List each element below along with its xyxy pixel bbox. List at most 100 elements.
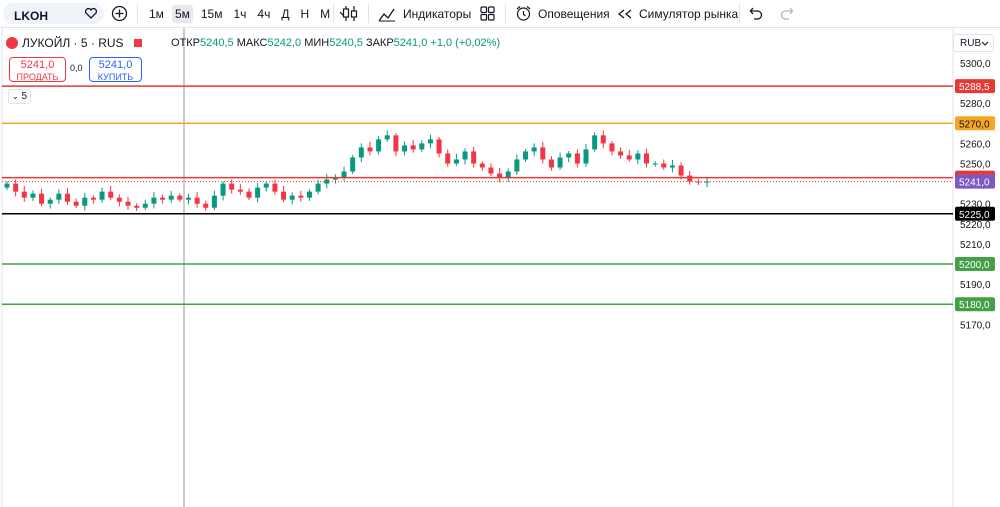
candle-body [557, 157, 563, 168]
candle-body [90, 197, 96, 200]
interval-1m[interactable]: 1м [146, 5, 167, 23]
candle-body [151, 197, 157, 204]
spread-value: 0,0 [70, 63, 83, 73]
interval-4h[interactable]: 4ч [254, 5, 273, 23]
indicators-icon [378, 8, 395, 21]
candle-body [220, 183, 226, 196]
interval-1h[interactable]: 1ч [230, 5, 249, 23]
ohlc-values: ОТКР5240,5 МАКС5242,0 МИН5240,5 ЗАКР5241… [171, 37, 500, 49]
chevron-down-icon: ⌄ [12, 92, 19, 101]
layouts-grid-icon[interactable] [479, 5, 496, 22]
buy-button[interactable]: 5241,0 КУПИТЬ [89, 57, 142, 82]
symbol-legend: ЛУКОЙЛ · 5 · RUS [6, 35, 142, 51]
symbol-search[interactable]: LKOH [3, 3, 104, 24]
level-price-label: 5180,0 [959, 300, 990, 311]
candle-body [203, 203, 209, 208]
market-simulator-button[interactable]: Симулятор рынка [617, 0, 738, 27]
low-label: МИН [304, 37, 330, 49]
candle-body [289, 195, 295, 200]
compare-add-icon[interactable] [111, 5, 128, 22]
candle-body [652, 163, 658, 165]
level-price-label: 5200,0 [959, 260, 990, 271]
candle-body [73, 201, 79, 206]
candle-body [462, 151, 468, 160]
candle-body [108, 191, 114, 198]
candle-body [350, 157, 356, 172]
price-tick-label: 5210,0 [960, 240, 991, 251]
level-price-label: 5288,5 [959, 82, 990, 93]
market-status-flag-icon [133, 39, 142, 47]
candle-body [583, 149, 589, 164]
currency-selector[interactable]: RUB [953, 34, 994, 52]
last-price-label: 5241,0 [959, 178, 990, 189]
candle-body [272, 183, 278, 192]
legend-title: ЛУКОЙЛ · 5 · RUS [22, 36, 124, 50]
indicators-button[interactable]: Индикаторы [378, 0, 471, 27]
candle-body [445, 153, 451, 164]
candle-body [367, 147, 373, 152]
interval-5m[interactable]: 5м [171, 4, 193, 23]
collapsed-indicators-toggle[interactable]: ⌄ 5 [8, 89, 32, 104]
candle-body [281, 191, 287, 200]
indicators-label: Индикаторы [403, 6, 472, 21]
candle-body [609, 143, 615, 152]
high-label: МАКС [236, 37, 268, 49]
currency-label: RUB [960, 38, 982, 49]
candle-body [298, 195, 304, 198]
chevron-down-icon [981, 41, 989, 46]
candle-body [263, 183, 269, 188]
candle-body [600, 135, 606, 144]
interval-day[interactable]: Д [278, 5, 292, 23]
candle-body [4, 183, 10, 188]
watchlist-heart-icon[interactable] [85, 8, 97, 19]
alerts-label: Оповещения [538, 6, 610, 21]
candle-body [644, 153, 650, 164]
candle-body [255, 187, 261, 198]
candle-body [39, 193, 45, 204]
candle-body [21, 191, 27, 198]
candle-body [160, 197, 166, 200]
level-price-label: 5225,0 [959, 210, 990, 221]
candle-body [56, 193, 62, 200]
price-tick-label: 5280,0 [960, 99, 991, 110]
candle-body [185, 197, 191, 200]
candle-body [471, 151, 477, 164]
candle-body [134, 205, 140, 208]
buy-price: 5241,0 [98, 59, 133, 71]
candle-body [306, 191, 312, 198]
candles-chart-type-icon[interactable] [342, 4, 358, 23]
candle-body [315, 183, 321, 192]
low-value: 5240,5 [329, 37, 363, 49]
alarm-clock-icon [516, 6, 531, 21]
candle-body [341, 171, 347, 178]
candle-body [30, 193, 36, 198]
top-toolbar: LKOH 1м 5м 15м 1ч 4ч Д Н М Индикаторы Оп… [0, 0, 1000, 28]
interval-month[interactable]: М [317, 5, 333, 23]
alerts-button[interactable]: Оповещения [515, 0, 610, 27]
redo-icon[interactable] [779, 6, 794, 20]
interval-15m[interactable]: 15м [198, 5, 226, 23]
candle-body [419, 143, 425, 150]
buy-label: КУПИТЬ [97, 72, 134, 82]
undo-icon[interactable] [749, 6, 764, 20]
candle-body [453, 159, 459, 164]
candle-body [592, 135, 598, 150]
candle-body [246, 191, 252, 198]
candle-body [505, 171, 511, 178]
candle-body [479, 163, 485, 168]
price-chart[interactable]: 5300,05290,05280,05270,05260,05250,05240… [0, 28, 1000, 507]
candle-body [427, 139, 433, 144]
candle-body [116, 197, 122, 202]
price-tick-label: 5300,0 [960, 59, 991, 70]
price-tick-label: 5250,0 [960, 160, 991, 171]
candle-body [229, 183, 235, 190]
candle-body [635, 153, 641, 160]
candle-body [177, 195, 183, 200]
interval-week[interactable]: Н [298, 5, 313, 23]
indicators-count: 5 [21, 91, 28, 102]
candle-body [618, 151, 624, 156]
sell-button[interactable]: 5241,0 ПРОДАТЬ [9, 57, 66, 82]
candle-body [82, 197, 88, 206]
candle-body [402, 145, 408, 152]
candle-body [358, 147, 364, 158]
